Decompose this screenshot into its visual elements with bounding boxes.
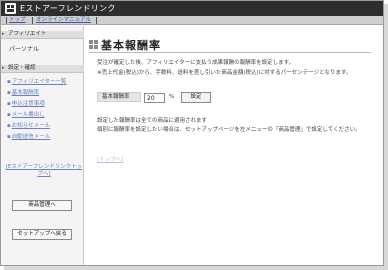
sidebar-item-label: 申込注意事項 [11, 101, 45, 107]
top-nav: トップ オンラインマニュアル [1, 16, 383, 25]
sidebar-item-label: お知らせメール [11, 123, 51, 129]
sidebar-item-label: メール書出し [11, 112, 45, 118]
sidebar-header-affiliate: ▸ アフィリエイト [1, 31, 84, 39]
sidebar-item-label: 基本報酬率 [11, 90, 40, 96]
sidebar-item-affiliator-list[interactable]: ▪アフィリエイター一覧 [7, 79, 66, 86]
sidebar-personal-label: パーソナル [9, 46, 40, 53]
sidebar-item-label: 自動送信メール [11, 134, 51, 140]
sidebar-item-base-rate[interactable]: ▪基本報酬率 [7, 90, 39, 97]
sidebar-item-auto-mail[interactable]: ▪自動送信メール [7, 134, 50, 141]
back-to-top-link[interactable]: [トップへ] [97, 155, 123, 163]
bullet-icon: ▪ [7, 90, 11, 96]
sidebar-header-settings: ▸ 設定・確認 [1, 65, 84, 73]
sidebar-header-label: アフィリエイト [8, 31, 47, 37]
window-shadow-bottom [4, 266, 388, 270]
bullet-icon: ▪ [7, 112, 11, 118]
nav-separator [6, 17, 7, 24]
product-management-button[interactable]: 商品管理へ [12, 200, 72, 211]
note-text-individual: 個別に報酬率を設定したい場合は、セットアップページを左メニューの『商品管理』で設… [97, 127, 361, 133]
sidebar-item-notice-mail[interactable]: ▪お知らせメール [7, 123, 50, 130]
bullet-icon: ▪ [7, 123, 11, 129]
triangle-icon: ▸ [2, 31, 5, 37]
percent-unit: % [169, 94, 175, 100]
bullet-icon: ▪ [7, 101, 11, 107]
set-button[interactable]: 設定 [181, 92, 211, 103]
grid-icon [89, 40, 98, 49]
note-text: 設定した報酬率は全ての商品に適用されます [97, 118, 208, 124]
bullet-icon: ▪ [7, 134, 11, 140]
triangle-icon: ▸ [2, 65, 5, 71]
friendlink-top-link[interactable]: [Eストアーフレンドリンクトップへ] [5, 164, 83, 178]
nav-link-online-manual[interactable]: オンラインマニュアル [36, 17, 91, 24]
page-title: 基本報酬率 [101, 39, 161, 52]
nav-separator [96, 17, 97, 24]
estore-logo-icon [5, 3, 16, 14]
description-text: 受注が確定した後、アフィリエイターに支払う成果報酬の報酬率を設定します。 [97, 60, 295, 66]
sidebar-item-mail-export[interactable]: ▪メール書出し [7, 112, 45, 119]
nav-separator [32, 17, 33, 24]
nav-link-top[interactable]: トップ [9, 17, 26, 24]
app-title: Eストアーフレンドリンク [20, 4, 116, 13]
base-rate-label: 基本報酬率 [97, 92, 141, 102]
sidebar: ▸ アフィリエイト パーソナル ▸ 設定・確認 ▪アフィリエイター一覧 ▪基本報… [1, 26, 84, 265]
title-bar: Eストアーフレンドリンク [1, 1, 383, 16]
window-shadow-right [384, 4, 388, 270]
base-rate-input[interactable] [144, 93, 165, 103]
bullet-icon: ▪ [7, 79, 11, 85]
sidebar-item-label: アフィリエイター一覧 [11, 79, 67, 85]
sidebar-item-application-notes[interactable]: ▪申込注意事項 [7, 101, 45, 108]
back-to-setup-button[interactable]: セットアップへ戻る [12, 229, 72, 240]
description-note: ※売上代金(税込)から、手数料、送料を差し引いた商品金額(税込)に対するパーセン… [97, 70, 352, 76]
sidebar-header-label: 設定・確認 [8, 65, 36, 71]
title-divider [89, 52, 371, 53]
